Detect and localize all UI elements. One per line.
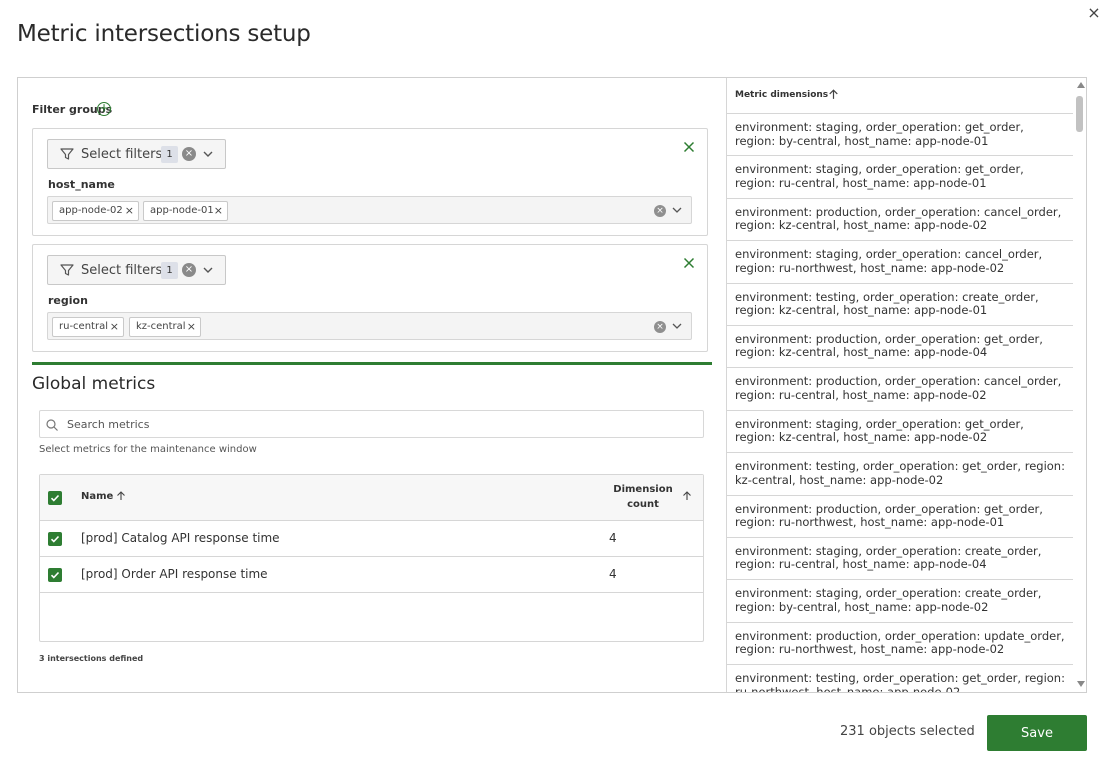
metric-dimensions-header[interactable]: Metric dimensions bbox=[727, 78, 1073, 114]
remove-group-icon[interactable] bbox=[681, 139, 697, 155]
tag-label: app-node-01 bbox=[150, 205, 214, 216]
remove-tag-icon[interactable]: × bbox=[110, 318, 119, 336]
chevron-down-icon[interactable] bbox=[670, 319, 684, 333]
add-filter-group-icon[interactable]: + bbox=[97, 102, 111, 116]
tag-chip[interactable]: kz-central × bbox=[129, 317, 201, 337]
list-item: environment: staging, order_operation: g… bbox=[727, 114, 1073, 157]
scrollbar-thumb[interactable] bbox=[1076, 96, 1083, 132]
dimension-count: 4 bbox=[609, 531, 617, 545]
main-panel: Filter groups + Select filters 1 × host_… bbox=[17, 77, 1087, 693]
row-checkbox[interactable] bbox=[48, 568, 62, 582]
select-filters-label: Select filters bbox=[81, 147, 163, 162]
search-input[interactable] bbox=[67, 415, 687, 433]
filter-icon bbox=[60, 264, 74, 276]
dimension-count: 4 bbox=[609, 567, 617, 581]
metric-name: [prod] Catalog API response time bbox=[81, 531, 280, 545]
modal-title: Metric intersections setup bbox=[17, 21, 311, 47]
global-metrics-section: Select metrics for the maintenance windo… bbox=[32, 403, 712, 688]
scroll-up-icon[interactable] bbox=[1077, 82, 1085, 88]
list-item: environment: testing, order_operation: g… bbox=[727, 453, 1073, 496]
metric-name: [prod] Order API response time bbox=[81, 567, 268, 581]
list-item: environment: staging, order_operation: g… bbox=[727, 411, 1073, 454]
list-item: environment: production, order_operation… bbox=[727, 326, 1073, 369]
table-row[interactable]: [prod] Order API response time 4 bbox=[40, 557, 703, 593]
sort-arrow-up-icon[interactable] bbox=[115, 490, 127, 502]
table-row[interactable]: [prod] Catalog API response time 4 bbox=[40, 521, 703, 557]
tag-chip[interactable]: ru-central × bbox=[52, 317, 124, 337]
filter-group: Select filters 1 × host_name app-node-02… bbox=[32, 128, 708, 236]
filter-field-label: host_name bbox=[48, 178, 115, 191]
chevron-down-icon[interactable] bbox=[670, 203, 684, 217]
clear-values-icon[interactable]: × bbox=[654, 205, 666, 217]
select-all-checkbox[interactable] bbox=[48, 491, 62, 505]
sort-arrow-up-icon[interactable] bbox=[681, 490, 693, 502]
select-filters-label: Select filters bbox=[81, 263, 163, 278]
metric-dimensions-pane: Metric dimensions environment: staging, … bbox=[726, 78, 1086, 692]
clear-filters-icon[interactable]: × bbox=[182, 263, 196, 277]
left-pane: Filter groups + Select filters 1 × host_… bbox=[18, 78, 726, 692]
select-filters-button[interactable]: Select filters 1 × bbox=[47, 255, 226, 285]
objects-selected-count: 231 objects selected bbox=[840, 724, 975, 739]
metric-dimensions-title: Metric dimensions bbox=[735, 90, 829, 100]
filter-field-label: region bbox=[48, 294, 88, 307]
filter-values-select[interactable]: app-node-02 × app-node-01 × × bbox=[47, 196, 692, 224]
remove-tag-icon[interactable]: × bbox=[187, 318, 196, 336]
column-header-name[interactable]: Name bbox=[81, 491, 113, 502]
list-item: environment: production, order_operation… bbox=[727, 623, 1073, 666]
helper-text: Select metrics for the maintenance windo… bbox=[39, 444, 257, 455]
close-icon[interactable]: × bbox=[1085, 4, 1103, 22]
tag-chip[interactable]: app-node-02 × bbox=[52, 201, 139, 221]
tag-label: kz-central bbox=[136, 321, 186, 332]
filter-icon bbox=[60, 148, 74, 160]
list-item: environment: staging, order_operation: c… bbox=[727, 538, 1073, 581]
filter-group: Select filters 1 × region ru-central × kz… bbox=[32, 244, 708, 352]
list-item: environment: staging, order_operation: c… bbox=[727, 241, 1073, 284]
chevron-down-icon bbox=[203, 267, 213, 273]
filter-count-badge: 1 bbox=[161, 262, 178, 279]
row-checkbox[interactable] bbox=[48, 532, 62, 546]
intersections-count: 3 intersections defined bbox=[39, 654, 144, 663]
list-item: environment: production, order_operation… bbox=[727, 496, 1073, 538]
sort-arrow-up-icon[interactable] bbox=[827, 88, 840, 101]
list-item: environment: staging, order_operation: g… bbox=[727, 156, 1073, 199]
metric-dimensions-list: environment: staging, order_operation: g… bbox=[727, 114, 1073, 692]
save-button[interactable]: Save bbox=[987, 715, 1087, 751]
select-filters-button[interactable]: Select filters 1 × bbox=[47, 139, 226, 169]
tag-label: app-node-02 bbox=[59, 205, 123, 216]
scroll-down-icon[interactable] bbox=[1077, 681, 1085, 687]
table-header: Name Dimension count bbox=[40, 475, 703, 521]
metrics-table: Name Dimension count [prod] Catalog API … bbox=[39, 474, 704, 642]
remove-tag-icon[interactable]: × bbox=[214, 202, 223, 220]
tag-label: ru-central bbox=[59, 321, 108, 332]
list-item: environment: production, order_operation… bbox=[727, 199, 1073, 242]
clear-values-icon[interactable]: × bbox=[654, 321, 666, 333]
scrollbar[interactable] bbox=[1074, 78, 1086, 692]
section-divider bbox=[32, 362, 712, 365]
search-icon bbox=[46, 419, 58, 431]
chevron-down-icon bbox=[203, 151, 213, 157]
remove-tag-icon[interactable]: × bbox=[125, 202, 134, 220]
search-field[interactable] bbox=[39, 410, 704, 438]
global-metrics-title: Global metrics bbox=[32, 374, 156, 394]
filter-count-badge: 1 bbox=[161, 146, 178, 163]
remove-group-icon[interactable] bbox=[681, 255, 697, 271]
tag-chip[interactable]: app-node-01 × bbox=[143, 201, 228, 221]
list-item: environment: staging, order_operation: c… bbox=[727, 580, 1073, 623]
filter-values-select[interactable]: ru-central × kz-central × × bbox=[47, 312, 692, 340]
list-item: environment: testing, order_operation: c… bbox=[727, 284, 1073, 326]
column-header-dimension-count[interactable]: Dimension count bbox=[610, 482, 676, 512]
list-item: environment: testing, order_operation: g… bbox=[727, 665, 1073, 692]
list-item: environment: production, order_operation… bbox=[727, 368, 1073, 411]
clear-filters-icon[interactable]: × bbox=[182, 147, 196, 161]
